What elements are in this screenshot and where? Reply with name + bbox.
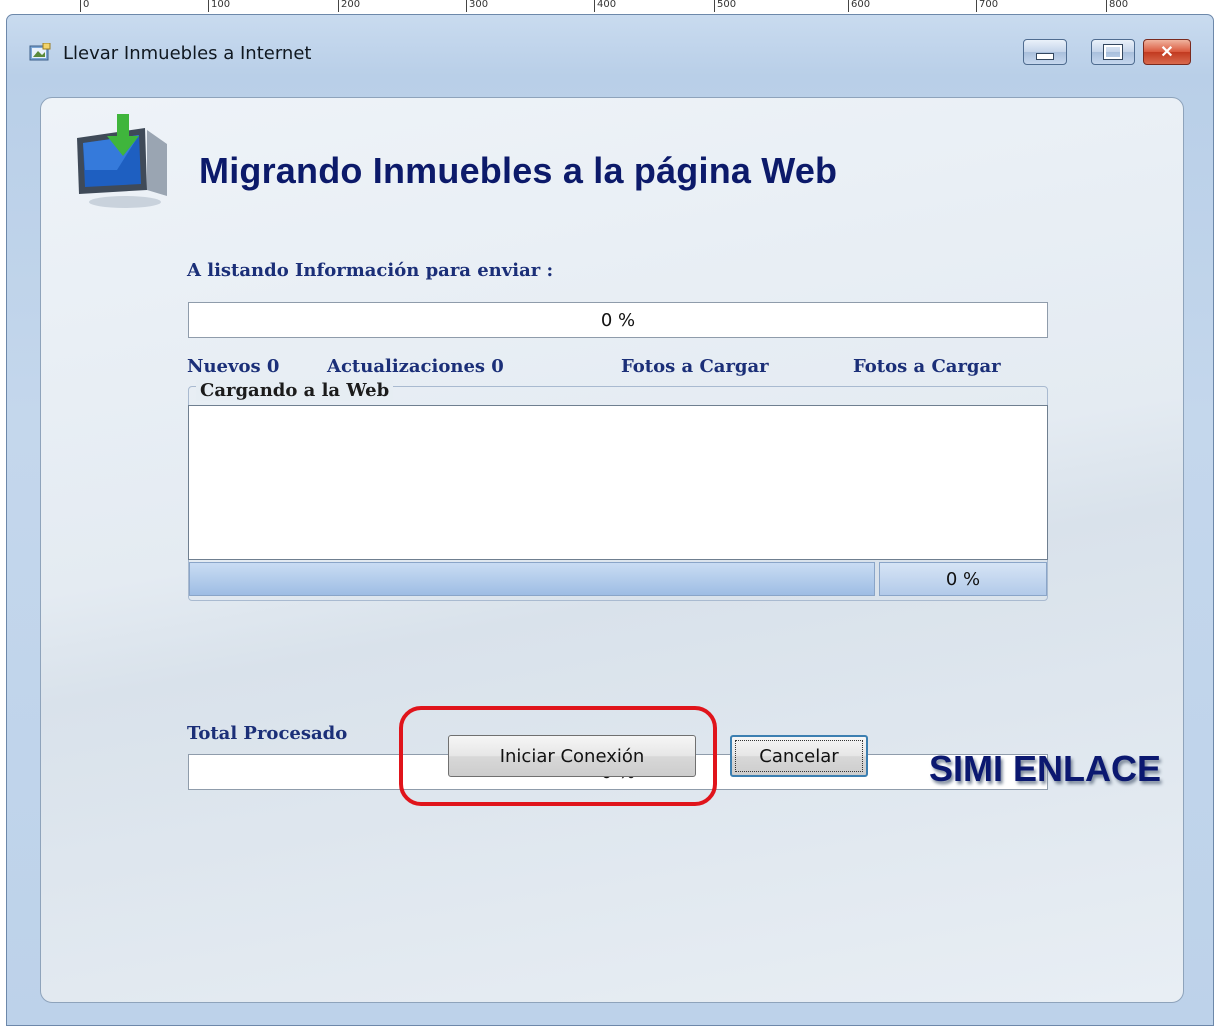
title-bar[interactable]: Llevar Inmuebles a Internet ✕: [7, 15, 1213, 75]
maximize-button[interactable]: [1091, 39, 1135, 65]
window-title: Llevar Inmuebles a Internet: [63, 43, 312, 64]
upload-progress-bar: [189, 562, 875, 596]
minimize-icon: [1024, 40, 1066, 64]
minimize-button[interactable]: [1023, 39, 1067, 65]
page-title: Migrando Inmuebles a la página Web: [199, 150, 838, 191]
nuevos-count: Nuevos 0: [187, 356, 280, 377]
upload-progress-text: 0 %: [879, 562, 1047, 596]
start-connection-button[interactable]: Iniciar Conexión: [448, 735, 696, 777]
ruler-tick: 400: [594, 0, 616, 12]
upload-log-list[interactable]: [188, 405, 1048, 560]
main-panel: Migrando Inmuebles a la página Web A lis…: [40, 97, 1184, 1003]
ruler-tick: 300: [466, 0, 488, 12]
ruler-tick: 600: [848, 0, 870, 12]
actualizaciones-count: Actualizaciones 0: [327, 356, 504, 377]
close-icon: ✕: [1160, 44, 1174, 61]
upload-group-title: Cargando a la Web: [196, 380, 394, 401]
ruler-tick: 800: [1106, 0, 1128, 12]
monitor-download-icon: [77, 114, 167, 208]
total-label: Total Procesado: [187, 723, 348, 744]
ruler-tick: 100: [208, 0, 230, 12]
ruler: 0 100 200 300 400 500 600 700 800: [0, 0, 1221, 12]
ruler-tick: 200: [338, 0, 360, 12]
maximize-icon: [1092, 40, 1134, 64]
app-window: Llevar Inmuebles a Internet ✕ Migrando I…: [6, 14, 1214, 1026]
fotos-a-cargar-label: Fotos a Cargar: [621, 356, 769, 377]
listing-progress-bar: 0 %: [188, 302, 1048, 338]
ruler-tick: 700: [976, 0, 998, 12]
close-button[interactable]: ✕: [1143, 39, 1191, 65]
listing-label: A listando Información para enviar :: [187, 260, 554, 281]
cancel-button[interactable]: Cancelar: [730, 735, 868, 777]
ruler-tick: 500: [714, 0, 736, 12]
app-icon: [29, 43, 51, 61]
brand-logo: SIMI ENLACE: [929, 748, 1162, 789]
fotos-a-cargar-label: Fotos a Cargar: [853, 356, 1001, 377]
ruler-tick: 0: [80, 0, 89, 12]
listing-progress-text: 0 %: [600, 309, 636, 331]
